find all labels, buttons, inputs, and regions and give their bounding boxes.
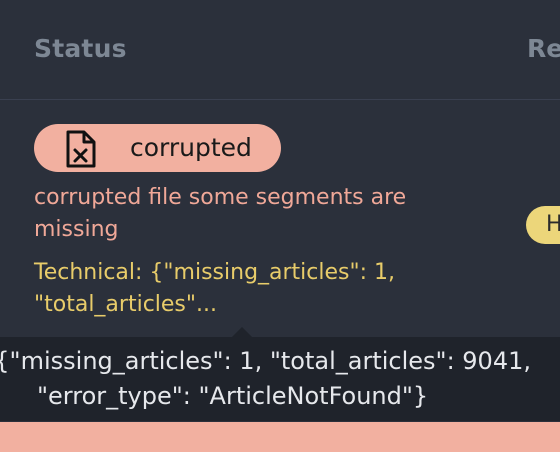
status-badge: corrupted <box>34 124 281 172</box>
downloads-table: Status Re corrupted corrupted file some … <box>0 0 560 452</box>
status-badge-label: corrupted <box>130 133 252 162</box>
next-row-badge-edge <box>0 422 560 452</box>
technical-tooltip: {"missing_articles": 1, "total_articles"… <box>0 337 560 421</box>
column-header-status[interactable]: Status <box>34 34 127 63</box>
table-header: Status Re <box>0 0 560 100</box>
next-column-badge: H <box>526 206 560 244</box>
column-header-next[interactable]: Re <box>527 34 560 63</box>
technical-details-preview[interactable]: Technical: {"missing_articles": 1, "tota… <box>34 257 454 321</box>
tooltip-arrow <box>232 327 252 337</box>
tooltip-line-2: "error_type": "ArticleNotFound"} <box>37 382 429 410</box>
next-column-badge-label: H <box>546 212 560 237</box>
error-message: corrupted file some segments are missing <box>34 185 407 242</box>
tooltip-line-1: {"missing_articles": 1, "total_articles"… <box>0 347 531 375</box>
corrupted-file-icon <box>66 130 96 168</box>
